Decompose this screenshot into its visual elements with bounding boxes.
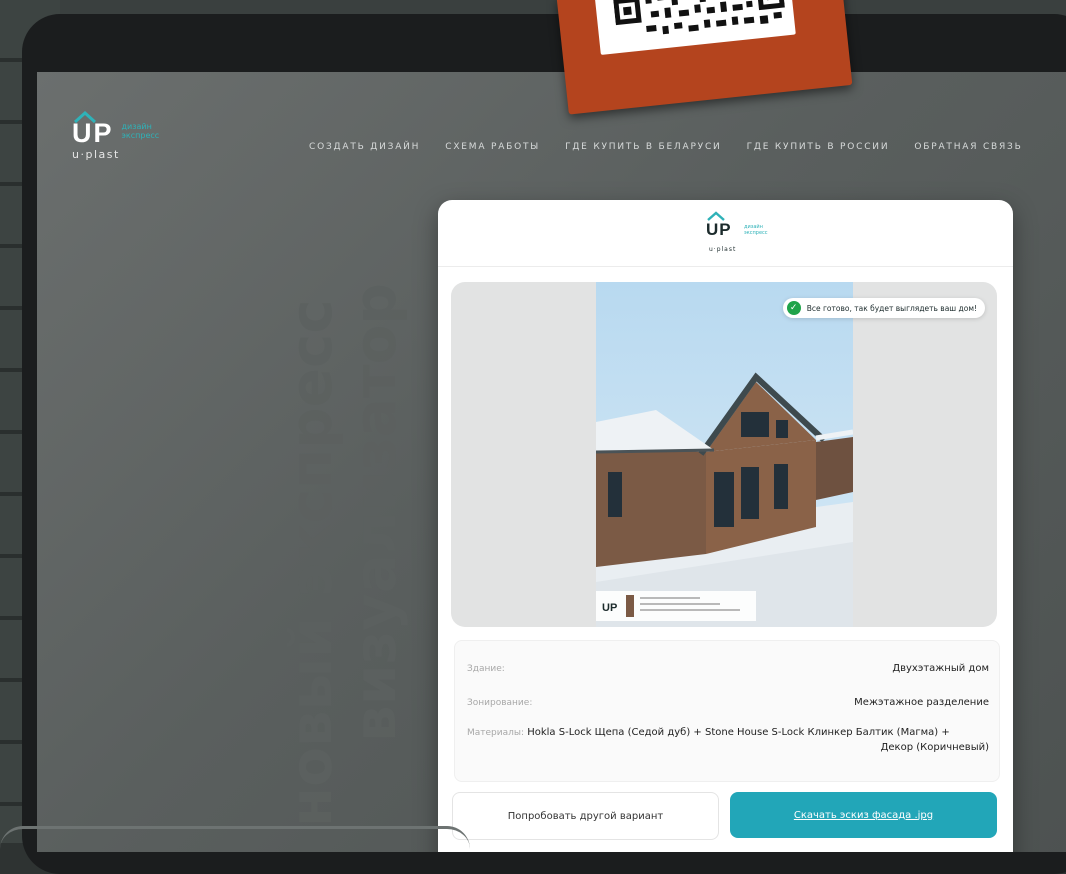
result-card: UP дизайн экспресс u·plast bbox=[438, 200, 1013, 852]
divider bbox=[438, 266, 1013, 267]
logo-tagline: дизайн экспресс bbox=[122, 122, 160, 140]
try-other-button[interactable]: Попробовать другой вариант bbox=[452, 792, 719, 840]
card-logo-tagline: дизайн экспресс bbox=[744, 224, 768, 236]
hero-watermark: новый экспресс визуализатор bbox=[267, 207, 427, 827]
check-icon: ✓ bbox=[787, 301, 801, 315]
site-logo[interactable]: UP дизайн экспресс u·plast bbox=[72, 120, 159, 161]
laptop-screen: UP дизайн экспресс u·plast СОЗДАТЬ ДИЗАЙ… bbox=[37, 72, 1066, 852]
info-row-building: Здание: Двухэтажный дом bbox=[467, 663, 989, 674]
materials-value-line2: Декор (Коричневый) bbox=[467, 742, 989, 753]
logo-brand: u·plast bbox=[72, 148, 159, 161]
nav-feedback[interactable]: ОБРАТНАЯ СВЯЗЬ bbox=[914, 142, 1022, 152]
status-text: Все готово, так будет выглядеть ваш дом! bbox=[807, 304, 977, 313]
building-label: Здание: bbox=[467, 664, 505, 674]
watermark-line1: новый экспресс bbox=[277, 299, 345, 827]
info-panel: Здание: Двухэтажный дом Зонирование: Меж… bbox=[454, 640, 1000, 782]
info-row-zoning: Зонирование: Межэтажное разделение bbox=[467, 697, 989, 708]
roof-icon bbox=[74, 111, 96, 123]
nav-create-design[interactable]: СОЗДАТЬ ДИЗАЙН bbox=[309, 142, 420, 152]
card-logo-letters: UP bbox=[706, 220, 732, 240]
card-logo-brand: u·plast bbox=[709, 246, 736, 253]
house-preview: UP ✓ Все готово, так будет выглядеть ваш… bbox=[451, 282, 997, 627]
watermark-line2: визуализатор bbox=[341, 283, 409, 742]
download-sketch-button[interactable]: Скачать эскиз фасада .jpg bbox=[730, 792, 997, 838]
zoning-value: Межэтажное разделение bbox=[854, 697, 989, 708]
materials-label: Материалы: bbox=[467, 728, 524, 738]
building-value: Двухэтажный дом bbox=[892, 663, 989, 674]
nav-buy-belarus[interactable]: ГДЕ КУПИТЬ В БЕЛАРУСИ bbox=[565, 142, 722, 152]
nav-buy-russia[interactable]: ГДЕ КУПИТЬ В РОССИИ bbox=[747, 142, 890, 152]
info-row-materials: Материалы: Hokla S-Lock Щепа (Седой дуб)… bbox=[467, 727, 989, 753]
laptop-edge bbox=[0, 826, 470, 849]
status-badge: ✓ Все готово, так будет выглядеть ваш до… bbox=[783, 298, 985, 318]
logo-letters: UP bbox=[72, 120, 114, 146]
house-photo: UP bbox=[596, 282, 853, 627]
qr-code bbox=[594, 0, 796, 55]
photo-caption: UP bbox=[596, 591, 756, 621]
zoning-label: Зонирование: bbox=[467, 698, 532, 708]
nav-work-scheme[interactable]: СХЕМА РАБОТЫ bbox=[445, 142, 540, 152]
materials-value-line1: Hokla S-Lock Щепа (Седой дуб) + Stone Ho… bbox=[527, 727, 950, 738]
svg-text:UP: UP bbox=[602, 602, 617, 614]
main-nav: СОЗДАТЬ ДИЗАЙН СХЕМА РАБОТЫ ГДЕ КУПИТЬ В… bbox=[309, 142, 1023, 152]
